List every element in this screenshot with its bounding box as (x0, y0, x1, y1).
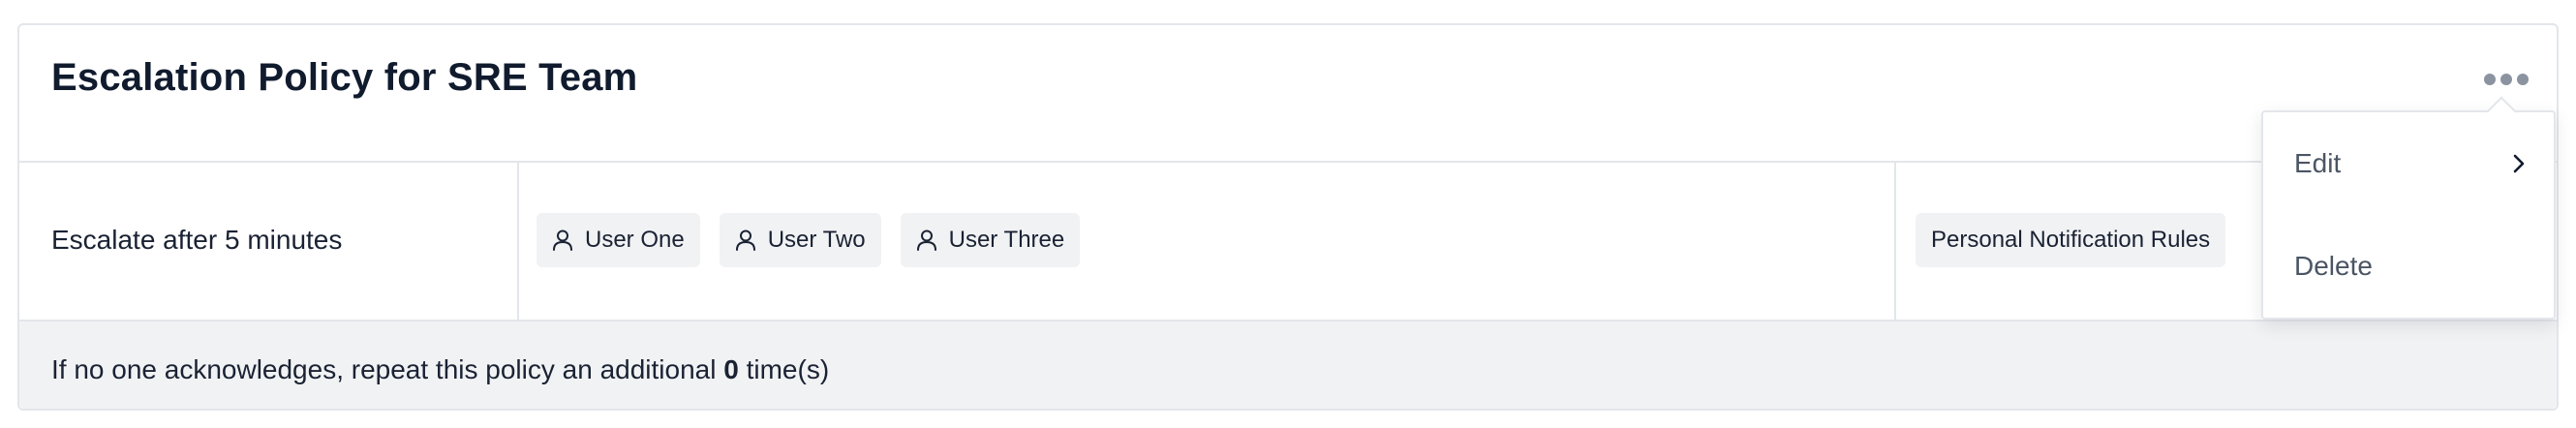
user-chip-label: User Two (767, 227, 866, 253)
repeat-text-prefix: If no one acknowledges, repeat this poli… (51, 354, 724, 384)
chevron-right-icon (2513, 154, 2525, 173)
personal-notification-rules-chip[interactable]: Personal Notification Rules (1916, 213, 2226, 267)
menu-item-edit[interactable]: Edit (2263, 112, 2554, 215)
user-chip[interactable]: User Two (719, 213, 881, 267)
escalation-delay-text: Escalate after 5 minutes (51, 225, 343, 255)
page-title: Escalation Policy for SRE Team (51, 56, 638, 99)
actions-dropdown-menu: Edit Delete (2261, 110, 2556, 320)
user-icon (916, 229, 936, 251)
repeat-text-suffix: time(s) (738, 354, 830, 384)
user-chip-label: User One (585, 227, 685, 253)
rule-targets-cell: User One User Two User Three (519, 163, 1896, 320)
user-chip-list: User One User Two User Three (537, 213, 1081, 267)
user-chip-label: User Three (948, 227, 1065, 253)
repeat-count: 0 (723, 354, 739, 384)
user-icon (735, 229, 755, 251)
rule-timing-cell: Escalate after 5 minutes (19, 163, 519, 320)
card-header: Escalation Policy for SRE Team (19, 25, 2557, 163)
more-options-button[interactable] (2477, 60, 2535, 99)
repeat-policy-text: If no one acknowledges, repeat this poli… (51, 354, 829, 385)
user-icon (553, 229, 572, 251)
escalation-rule-row: Escalate after 5 minutes User One User T… (19, 163, 2557, 321)
menu-item-label: Delete (2294, 251, 2373, 281)
card-footer: If no one acknowledges, repeat this poli… (19, 321, 2557, 409)
menu-item-label: Edit (2294, 148, 2342, 178)
user-chip[interactable]: User Three (900, 213, 1081, 267)
menu-item-delete[interactable]: Delete (2263, 215, 2554, 318)
escalation-policy-card: Escalation Policy for SRE Team Escalate … (17, 23, 2559, 411)
more-horizontal-icon (2484, 74, 2529, 85)
user-chip[interactable]: User One (537, 213, 700, 267)
notification-rules-label: Personal Notification Rules (1931, 227, 2211, 253)
